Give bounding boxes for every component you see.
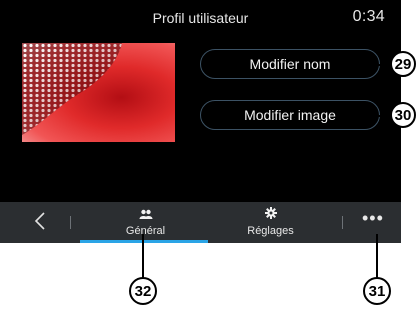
- tab-bar: Général Réglages •••: [0, 202, 401, 243]
- gear-icon: [264, 207, 277, 219]
- tab-settings-label: Réglages: [247, 225, 294, 237]
- callout-31-leader: [376, 234, 378, 278]
- profile-image: [22, 43, 175, 142]
- display-screen: Profil utilisateur 0:34 Modifier nom Mod…: [0, 0, 401, 243]
- callout-31: 31: [363, 277, 391, 305]
- page-title: Profil utilisateur: [152, 10, 249, 26]
- callout-32-leader: [142, 234, 144, 278]
- profile-image-pattern: [22, 43, 175, 142]
- callout-29: 29: [390, 51, 416, 77]
- selected-tab-indicator: [80, 240, 208, 243]
- more-options-button[interactable]: •••: [362, 208, 384, 229]
- callout-30-leader: [349, 115, 393, 117]
- clock: 0:34: [352, 8, 385, 25]
- chevron-left-icon: [34, 212, 45, 230]
- callout-29-leader: [343, 64, 393, 66]
- tab-separator: [70, 216, 71, 229]
- tab-general[interactable]: Général: [83, 206, 208, 238]
- tab-settings[interactable]: Réglages: [208, 206, 333, 238]
- users-icon: [139, 209, 152, 219]
- back-button[interactable]: [34, 211, 46, 237]
- callout-30: 30: [390, 102, 416, 128]
- callout-32: 32: [129, 277, 157, 305]
- tab-separator: [342, 216, 343, 229]
- tab-general-label: Général: [125, 225, 166, 237]
